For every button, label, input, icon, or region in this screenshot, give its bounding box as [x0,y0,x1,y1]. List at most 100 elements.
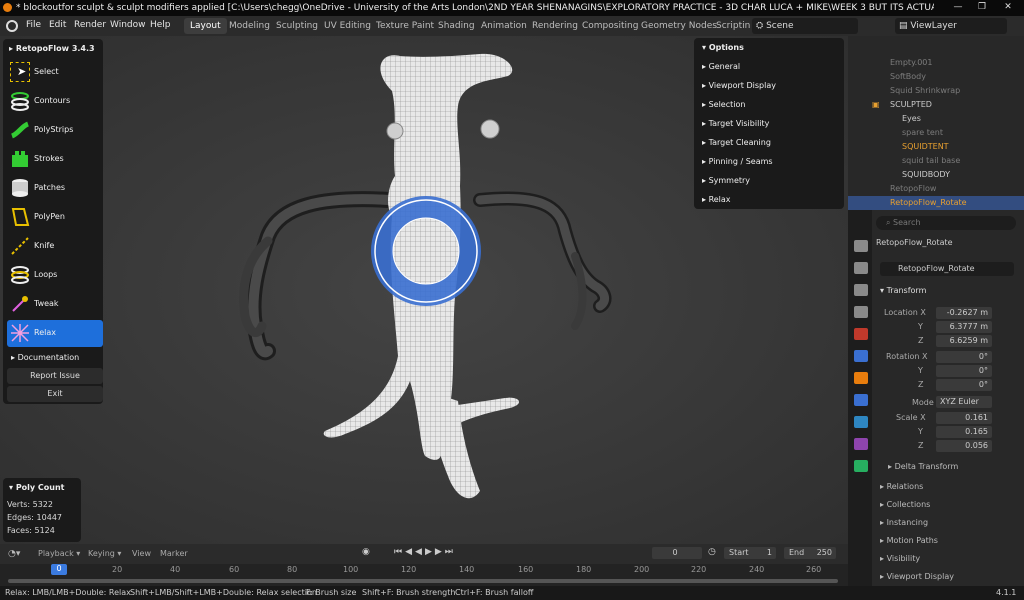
properties-search[interactable]: ⌕ Search [876,216,1016,230]
render-tab-icon[interactable] [854,262,868,274]
menu-window[interactable]: Window [110,20,146,30]
timeline-ruler[interactable]: 0 20 40 60 80 100 120 140 160 180 200 22… [0,564,848,586]
menu-playback[interactable]: Playback ▾ [38,549,80,558]
outliner-row[interactable]: RetopoFlow [848,182,1024,196]
tool-polystrips[interactable]: PolyStrips [7,117,103,144]
option-selection[interactable]: ▸ Selection [702,100,745,109]
menu-help[interactable]: Help [150,20,171,30]
option-target-visibility[interactable]: ▸ Target Visibility [702,119,769,128]
option-target-cleaning[interactable]: ▸ Target Cleaning [702,138,771,147]
menu-edit[interactable]: Edit [49,20,66,30]
scene-tab-icon[interactable] [854,328,868,340]
close-button[interactable]: ✕ [998,2,1018,14]
tab-shading[interactable]: Shading [432,18,481,34]
location-x-field[interactable]: -0.2627 m [936,307,992,319]
option-relax[interactable]: ▸ Relax [702,195,731,204]
documentation-toggle[interactable]: ▸ Documentation [11,353,79,362]
outliner-row[interactable]: spare tent [848,126,1024,140]
outliner-row[interactable]: ▣ SCULPTED [848,98,1024,112]
current-frame-field[interactable]: 0 [652,547,702,559]
tool-tweak[interactable]: Tweak [7,291,103,318]
collections-header[interactable]: ▸ Collections [880,500,930,509]
scale-x-field[interactable]: 0.161 [936,412,992,424]
menu-keying[interactable]: Keying ▾ [88,549,121,558]
motion-paths-header[interactable]: ▸ Motion Paths [880,536,938,545]
option-viewport-display[interactable]: ▸ Viewport Display [702,81,776,90]
playhead-frame[interactable]: 0 [51,564,67,575]
outliner-row[interactable]: squid tail base [848,154,1024,168]
tab-texture-paint[interactable]: Texture Paint [370,18,440,34]
scale-y-field[interactable]: 0.165 [936,426,992,438]
timeline-scrollbar[interactable] [8,579,838,583]
option-symmetry[interactable]: ▸ Symmetry [702,176,750,185]
tool-knife[interactable]: Knife [7,233,103,260]
outliner-row[interactable]: Squid Shrinkwrap [848,84,1024,98]
viewlayer-selector[interactable]: ▤ ViewLayer [895,18,1007,34]
tab-uv-editing[interactable]: UV Editing [318,18,377,34]
tool-strokes[interactable]: Strokes [7,146,103,173]
blender-logo-icon[interactable] [6,20,18,32]
option-pinning-seams[interactable]: ▸ Pinning / Seams [702,157,773,166]
outliner-row[interactable]: Empty.001 [848,56,1024,70]
end-frame-field[interactable]: End 250 [784,547,836,559]
outliner-row[interactable]: Eyes [848,112,1024,126]
timeline-editor[interactable]: ◔▾ Playback ▾ Keying ▾ View Marker ◉ ⏮◀◀… [0,544,848,586]
tool-relax[interactable]: Relax [7,320,103,347]
tool-loops[interactable]: Loops [7,262,103,289]
menu-marker[interactable]: Marker [160,549,188,558]
location-z-field[interactable]: 6.6259 m [936,335,992,347]
tool-contours[interactable]: Contours [7,88,103,115]
outliner-row[interactable]: SQUIDBODY [848,168,1024,182]
menu-view[interactable]: View [132,549,151,558]
tool-select[interactable]: ➤ Select [7,59,103,86]
data-tab-icon[interactable] [854,460,868,472]
tab-scripting[interactable]: Scriptin [710,18,756,34]
physics-tab-icon[interactable] [854,416,868,428]
outliner-row-selected[interactable]: RetopoFlow_Rotate [848,196,1024,210]
editor-type-icon[interactable]: ◔▾ [8,549,20,559]
option-general[interactable]: ▸ General [702,62,740,71]
minimize-button[interactable]: — [948,2,968,14]
instancing-header[interactable]: ▸ Instancing [880,518,928,527]
rotation-x-field[interactable]: 0° [936,351,992,363]
outliner-row[interactable]: SoftBody [848,70,1024,84]
location-y-field[interactable]: 6.3777 m [936,321,992,333]
exit-button[interactable]: Exit [7,386,103,402]
clock-icon[interactable]: ◷ [708,547,716,557]
view-layer-tab-icon[interactable] [854,306,868,318]
start-frame-field[interactable]: Start 1 [724,547,776,559]
rotation-mode-select[interactable]: XYZ Euler [936,396,992,408]
record-icon[interactable]: ◉ [362,547,370,557]
tab-sculpting[interactable]: Sculpting [270,18,324,34]
modifier-tab-icon[interactable] [854,394,868,406]
playback-controls[interactable]: ⏮◀◀▶▶⏭ [394,547,456,557]
scale-z-field[interactable]: 0.056 [936,440,992,452]
menu-file[interactable]: File [26,20,41,30]
tab-animation[interactable]: Animation [475,18,533,34]
delta-transform-header[interactable]: ▸ Delta Transform [888,462,958,471]
tool-patches[interactable]: Patches [7,175,103,202]
3d-viewport[interactable]: ▸ RetopoFlow 3.4.3 ➤ Select Contours Pol… [0,36,848,544]
object-name-field[interactable]: RetopoFlow_Rotate [880,262,1014,276]
tool-polypen[interactable]: PolyPen [7,204,103,231]
tool-tab-icon[interactable] [854,240,868,252]
object-tab-icon[interactable] [854,372,868,384]
output-tab-icon[interactable] [854,284,868,296]
report-issue-button[interactable]: Report Issue [7,368,103,384]
scene-selector[interactable]: ⛭ Scene [752,18,858,34]
poly-count-title[interactable]: ▾ Poly Count [9,483,65,492]
visibility-header[interactable]: ▸ Visibility [880,554,920,563]
world-tab-icon[interactable] [854,350,868,362]
options-title[interactable]: ▾ Options [702,43,744,52]
transform-header[interactable]: ▾ Transform [880,286,926,295]
tab-layout[interactable]: Layout [184,18,227,34]
viewport-display-header[interactable]: ▸ Viewport Display [880,572,954,581]
rotation-y-field[interactable]: 0° [936,365,992,377]
constraint-tab-icon[interactable] [854,438,868,450]
outliner-row[interactable]: SQUIDTENT [848,140,1024,154]
menu-render[interactable]: Render [74,20,106,30]
retopoflow-title[interactable]: ▸ RetopoFlow 3.4.3 [9,44,95,53]
rotation-z-field[interactable]: 0° [936,379,992,391]
relations-header[interactable]: ▸ Relations [880,482,923,491]
maximize-button[interactable]: ❐ [972,2,992,14]
